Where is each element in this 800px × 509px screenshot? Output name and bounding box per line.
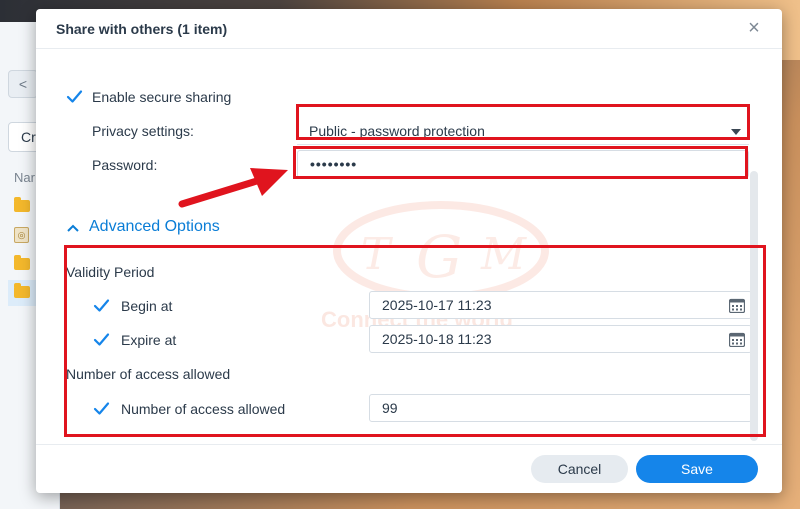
watermark-letter: G <box>416 223 462 291</box>
watermark-letter: T <box>361 229 394 280</box>
chevron-up-icon[interactable] <box>66 223 80 233</box>
folder-icon <box>14 197 30 212</box>
access-limit-section-label: Number of access allowed <box>66 366 231 382</box>
cancel-button[interactable]: Cancel <box>531 455 628 483</box>
enable-secure-sharing-label: Enable secure sharing <box>92 89 232 105</box>
scrollbar[interactable] <box>750 171 758 441</box>
access-limit-checkbox[interactable] <box>93 400 110 417</box>
expire-at-checkbox[interactable] <box>93 331 110 348</box>
expire-at-label: Expire at <box>121 332 177 348</box>
save-button[interactable]: Save <box>636 455 758 483</box>
begin-at-input[interactable]: 2025-10-17 11:23 <box>369 291 752 319</box>
share-dialog: Share with others (1 item) × T G M Conne… <box>36 9 782 493</box>
begin-at-label: Begin at <box>121 298 173 314</box>
chevron-down-icon <box>731 129 741 135</box>
dialog-title: Share with others (1 item) <box>56 21 228 37</box>
file-icon: ◎ <box>14 227 29 243</box>
back-button[interactable]: < <box>8 70 38 98</box>
enable-secure-sharing-checkbox[interactable] <box>66 88 83 105</box>
advanced-options-toggle[interactable]: Advanced Options <box>89 218 220 236</box>
watermark-letter: M <box>480 229 527 280</box>
begin-at-checkbox[interactable] <box>93 297 110 314</box>
folder-icon <box>14 283 30 298</box>
password-label: Password: <box>92 157 158 173</box>
calendar-icon[interactable] <box>729 298 745 313</box>
access-limit-value: 99 <box>382 400 398 416</box>
access-limit-input[interactable]: 99 <box>369 394 752 422</box>
password-value: •••••••• <box>310 156 358 172</box>
dialog-header: Share with others (1 item) × <box>36 9 782 49</box>
checkmark-icon <box>93 402 110 415</box>
begin-at-value: 2025-10-17 11:23 <box>382 297 492 313</box>
checkmark-icon <box>93 333 110 346</box>
checkmark-icon <box>66 90 83 103</box>
privacy-settings-value: Public - password protection <box>309 123 485 139</box>
expire-at-input[interactable]: 2025-10-18 11:23 <box>369 325 752 353</box>
privacy-settings-select[interactable]: Public - password protection <box>297 117 749 145</box>
access-limit-checkbox-label: Number of access allowed <box>121 401 286 417</box>
dialog-footer: Cancel Save <box>36 444 782 493</box>
close-icon[interactable]: × <box>744 18 764 38</box>
annotation-arrow-icon <box>178 168 288 208</box>
privacy-settings-label: Privacy settings: <box>92 123 194 139</box>
validity-period-label: Validity Period <box>66 264 155 280</box>
checkmark-icon <box>93 299 110 312</box>
password-input[interactable]: •••••••• <box>297 150 749 178</box>
expire-at-value: 2025-10-18 11:23 <box>382 331 492 347</box>
name-column-header[interactable]: Nar <box>14 170 35 185</box>
calendar-icon[interactable] <box>729 332 745 347</box>
folder-icon <box>14 255 30 270</box>
